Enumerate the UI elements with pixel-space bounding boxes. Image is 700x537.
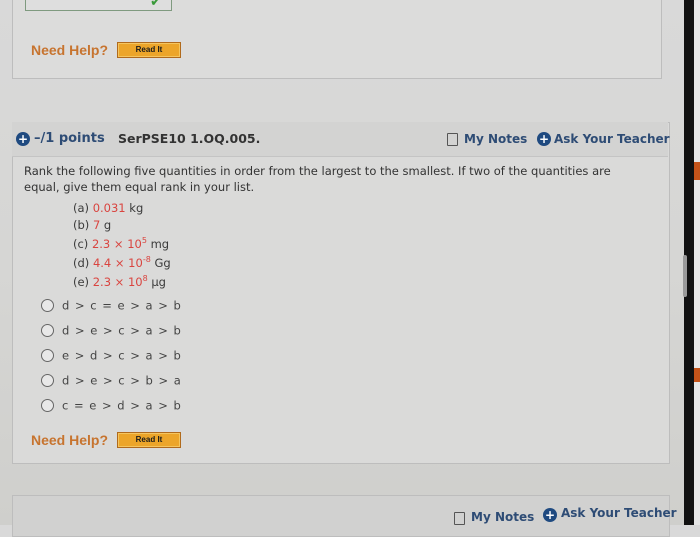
quantity-unit: Gg (154, 255, 171, 270)
option-label: d > c = e > a > b (62, 298, 182, 313)
adjacent-panel-footer (694, 368, 700, 382)
quantity-b: (b) 7 g (73, 218, 111, 232)
quantity-label: (c) (73, 236, 89, 251)
quantity-unit: kg (129, 201, 144, 215)
check-icon: ✔ (150, 0, 162, 10)
adjacent-panel (694, 0, 700, 525)
quantity-label: (a) (73, 201, 90, 215)
points-label: –/1 points (34, 131, 105, 146)
scrollbar-thumb[interactable] (683, 255, 687, 297)
answer-option-3[interactable]: e > d > c > a > b (41, 348, 182, 364)
option-label: d > e > c > a > b (62, 323, 182, 338)
quantity-value: 2.3 × 105 (91, 236, 147, 251)
radio-button[interactable] (41, 374, 54, 387)
quantity-value: 2.3 × 108 (92, 274, 148, 289)
quantity-unit: mg (150, 236, 170, 251)
quantity-value: 7 (92, 218, 101, 232)
quantity-label: (e) (73, 274, 90, 289)
ask-teacher-link[interactable]: Ask Your Teacher (561, 506, 677, 520)
notes-icon (454, 512, 465, 525)
answer-option-5[interactable]: c = e > d > a > b (41, 398, 182, 414)
quantity-unit: g (103, 218, 112, 232)
quantity-a: (a) 0.031 kg (73, 201, 143, 215)
option-label: d > e > c > b > a (62, 373, 182, 388)
need-help-label: Need Help? (31, 42, 109, 58)
previous-question-panel (12, 0, 662, 79)
need-help-label: Need Help? (31, 432, 109, 448)
notes-icon (447, 133, 458, 146)
radio-button[interactable] (41, 299, 54, 312)
answer-option-1[interactable]: d > c = e > a > b (41, 298, 182, 314)
ask-teacher-plus-icon: + (537, 132, 551, 146)
expand-plus-icon[interactable]: + (16, 132, 30, 146)
my-notes-link[interactable]: My Notes (464, 132, 527, 146)
quantity-unit: µg (151, 274, 166, 289)
quantity-e: (e) 2.3 × 108 µg (73, 274, 166, 289)
option-label: c = e > d > a > b (62, 398, 182, 413)
ask-teacher-plus-icon: + (543, 508, 557, 522)
radio-button[interactable] (41, 324, 54, 337)
my-notes-link[interactable]: My Notes (471, 510, 534, 524)
quantity-value: 0.031 (92, 201, 126, 215)
quantity-label: (d) (73, 255, 90, 270)
question-id: SerPSE10 1.OQ.005. (118, 131, 261, 146)
adjacent-panel-header (694, 162, 700, 180)
answer-option-4[interactable]: d > e > c > b > a (41, 373, 182, 389)
quantity-value: 4.4 × 10-8 (92, 255, 151, 270)
radio-button[interactable] (41, 399, 54, 412)
quantity-exponent: 5 (141, 236, 147, 245)
quantity-exponent: -8 (142, 255, 151, 264)
ask-teacher-link[interactable]: Ask Your Teacher (554, 132, 670, 146)
quantity-exponent: 8 (142, 274, 148, 283)
radio-button[interactable] (41, 349, 54, 362)
answer-option-2[interactable]: d > e > c > a > b (41, 323, 182, 339)
read-it-button[interactable]: Read It (117, 432, 181, 448)
question-prompt: Rank the following five quantities in or… (24, 164, 611, 194)
option-label: e > d > c > a > b (62, 348, 182, 363)
read-it-button[interactable]: Read It (117, 42, 181, 58)
quantity-c: (c) 2.3 × 105 mg (73, 236, 169, 251)
quantity-label: (b) (73, 218, 90, 232)
quantity-d: (d) 4.4 × 10-8 Gg (73, 255, 171, 270)
